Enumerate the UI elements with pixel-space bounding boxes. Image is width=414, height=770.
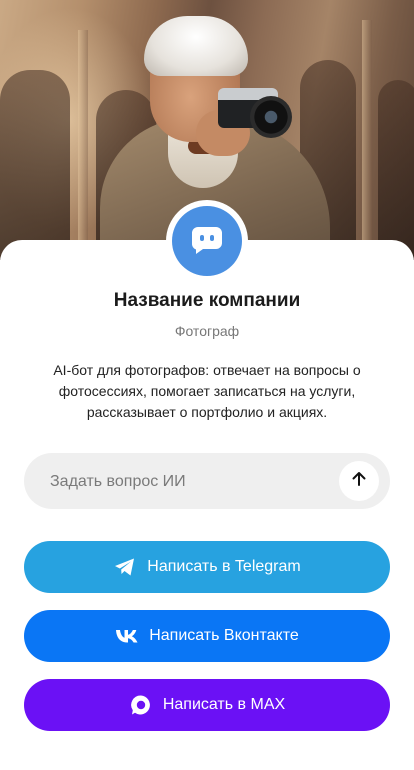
telegram-button[interactable]: Написать в Telegram — [24, 541, 390, 593]
company-category: Фотограф — [174, 323, 240, 339]
ask-ai-bar — [24, 453, 390, 511]
telegram-button-label: Написать в Telegram — [147, 558, 301, 575]
ask-ai-input[interactable] — [48, 453, 352, 511]
company-description: AI-бот для фотографов: отвечает на вопро… — [53, 362, 361, 420]
max-icon — [129, 693, 153, 717]
send-button[interactable] — [339, 461, 379, 501]
max-button[interactable]: Написать в MAX — [24, 679, 390, 731]
company-name: Название компании — [113, 290, 301, 311]
telegram-icon — [113, 555, 137, 579]
max-button-label: Написать в MAX — [162, 696, 286, 713]
avatar — [166, 200, 248, 282]
vk-button[interactable]: Написать Вконтакте — [24, 610, 390, 662]
arrow-up-icon — [350, 470, 368, 493]
vk-button-label: Написать Вконтакте — [149, 627, 299, 644]
vk-icon — [115, 624, 139, 648]
chat-bubble-icon — [190, 222, 224, 261]
